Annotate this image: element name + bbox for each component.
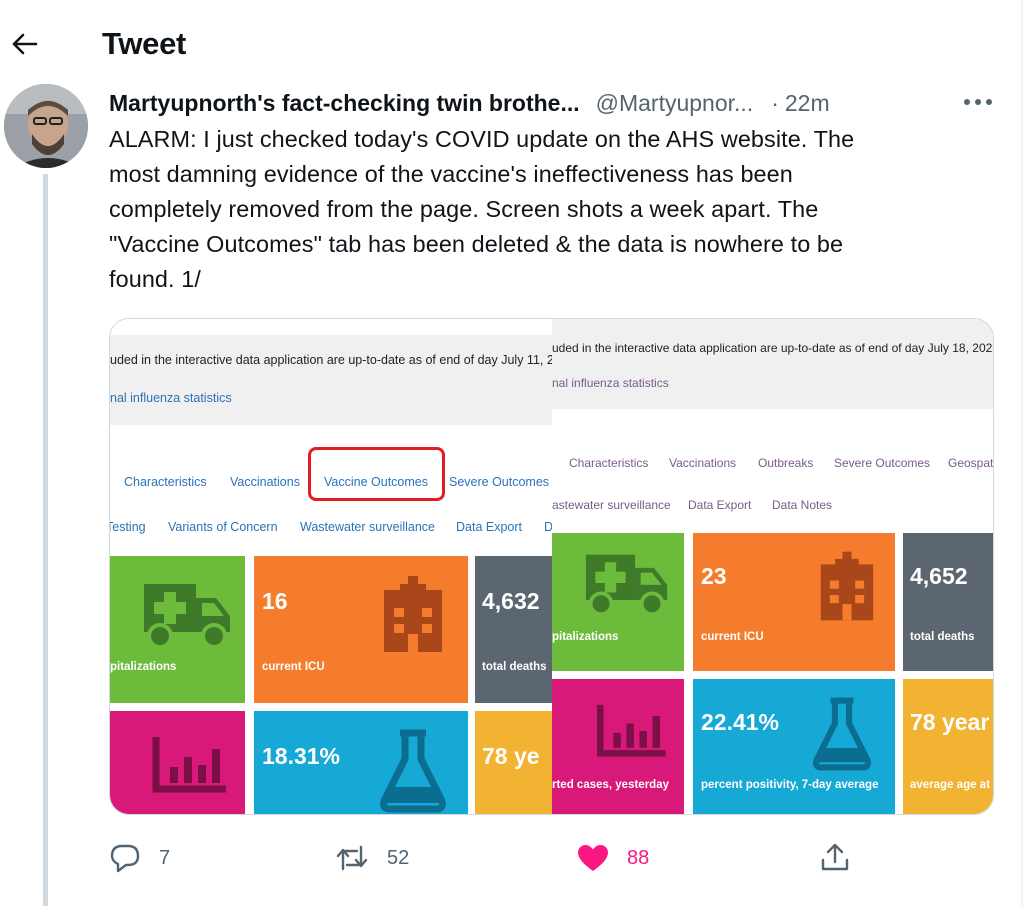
- tile-reported-cases: [110, 711, 245, 814]
- notice-band: [552, 319, 993, 409]
- tile-average-age: 78 year average age at: [903, 679, 993, 814]
- tab-data-export: Data Export: [456, 520, 523, 534]
- tweet-text-line: ALARM: I just checked today's COVID upda…: [109, 126, 855, 152]
- screenshot-july-18: uded in the interactive data application…: [552, 319, 994, 814]
- flask-icon: [813, 697, 871, 771]
- reply-icon: [110, 844, 140, 873]
- icu-value: 16: [262, 588, 288, 614]
- page-title: Tweet: [102, 26, 187, 61]
- tab-data-notes: D: [544, 520, 552, 534]
- tile-positivity: 22.41% percent positivity, 7-day average: [693, 679, 895, 814]
- tile-hospitalizations: pitalizations: [110, 556, 245, 703]
- tab-vaccinations: Vaccinations: [230, 475, 300, 489]
- icu-label: current ICU: [262, 661, 325, 673]
- heart-filled-icon: [578, 845, 608, 871]
- retweet-button[interactable]: 52: [335, 836, 409, 880]
- screenshot-july-11: uded in the interactive data application…: [110, 319, 552, 814]
- ambulance-icon: [585, 554, 668, 617]
- tile-positivity: 18.31%: [254, 711, 468, 814]
- update-notice: uded in the interactive data application…: [110, 353, 552, 367]
- share-icon: [821, 843, 849, 871]
- more-options-button[interactable]: [958, 90, 998, 114]
- deaths-label: total deaths: [910, 631, 975, 643]
- tweet-text: ALARM: I just checked today's COVID upda…: [109, 122, 989, 297]
- tab-variants: Variants of Concern: [168, 520, 278, 534]
- tab-data-export: Data Export: [688, 498, 752, 512]
- separator-dot: ·: [771, 89, 779, 116]
- tweet-text-line: found. 1/: [109, 266, 201, 292]
- deaths-value: 4,632: [482, 588, 540, 614]
- hospital-icon: [384, 576, 442, 652]
- icu-label: current ICU: [701, 631, 764, 643]
- tab-testing: Testing: [110, 520, 146, 534]
- cases-label: rted cases, yesterday: [552, 779, 669, 791]
- ambulance-icon: [144, 584, 230, 649]
- hospitalizations-label: pitalizations: [552, 631, 619, 643]
- tile-total-deaths: 4,632 total deaths: [475, 556, 552, 703]
- tab-wastewater: Wastewater surveillance: [300, 520, 436, 534]
- influenza-link: nal influenza statistics: [110, 391, 232, 405]
- tweet-header: Tweet: [0, 0, 1021, 90]
- tile-hospitalizations: pitalizations: [552, 533, 684, 671]
- author-handle[interactable]: @Martyupnor...: [596, 90, 754, 117]
- positivity-value: 18.31%: [262, 743, 341, 769]
- tab-geospatial: Geospat: [948, 456, 994, 470]
- avatar[interactable]: [4, 84, 88, 168]
- icu-value: 23: [701, 563, 727, 589]
- hospitalizations-label: pitalizations: [110, 661, 177, 673]
- more-horizontal-icon: [964, 99, 992, 105]
- like-count: 88: [627, 846, 650, 869]
- flask-icon: [380, 729, 446, 813]
- tweet-action-bar: 7 52 88: [109, 836, 989, 880]
- tweet-text-line: completely removed from the page. Screen…: [109, 196, 819, 222]
- share-button[interactable]: [819, 836, 851, 880]
- bar-chart-icon: [597, 704, 666, 757]
- tab-outbreaks: Outbreaks: [758, 456, 814, 470]
- reply-count: 7: [159, 846, 171, 869]
- retweet-count: 52: [387, 846, 410, 869]
- tweet-text-line: "Vaccine Outcomes" tab has been deleted …: [109, 231, 844, 257]
- update-notice: uded in the interactive data application…: [552, 341, 994, 355]
- tab-characteristics: Characteristics: [569, 456, 649, 470]
- like-button[interactable]: 88: [577, 836, 649, 880]
- notice-band: [110, 335, 552, 425]
- column-border: [1021, 0, 1023, 906]
- tweet-author-line: Martyupnorth's fact-checking twin brothe…: [109, 88, 830, 118]
- tweet-text-line: most damning evidence of the vaccine's i…: [109, 161, 793, 187]
- tweet-media-image[interactable]: uded in the interactive data application…: [109, 318, 994, 815]
- age-value: 78 year: [910, 709, 990, 735]
- tab-characteristics: Characteristics: [124, 475, 207, 489]
- arrow-left-icon: [12, 33, 38, 55]
- tab-data-notes: Data Notes: [772, 498, 833, 512]
- tab-severe-outcomes: Severe Outcomes: [449, 475, 550, 489]
- deaths-label: total deaths: [482, 661, 547, 673]
- positivity-label: percent positivity, 7-day average: [701, 779, 879, 791]
- age-label: average age at: [910, 779, 990, 791]
- tile-total-deaths: 4,652 total deaths: [903, 533, 993, 671]
- back-button[interactable]: [8, 28, 40, 60]
- positivity-value: 22.41%: [701, 709, 780, 735]
- tile-current-icu: 16 current ICU: [254, 556, 468, 703]
- tile-reported-cases: rted cases, yesterday: [552, 679, 684, 814]
- bar-chart-icon: [152, 737, 226, 793]
- author-name[interactable]: Martyupnorth's fact-checking twin brothe…: [109, 90, 580, 117]
- retweet-icon: [336, 845, 368, 871]
- deaths-value: 4,652: [910, 563, 968, 589]
- tile-average-age: 78 ye: [475, 711, 552, 814]
- tab-wastewater: astewater surveillance: [552, 498, 671, 512]
- vaccine-outcomes-highlight: [308, 447, 445, 501]
- tweet-timestamp[interactable]: 22m: [785, 90, 830, 117]
- influenza-link: nal influenza statistics: [552, 376, 669, 390]
- hospital-icon: [820, 551, 874, 621]
- tab-severe-outcomes: Severe Outcomes: [834, 456, 931, 470]
- avatar-photo-icon: [4, 84, 88, 168]
- reply-button[interactable]: 7: [109, 836, 170, 880]
- age-value: 78 ye: [482, 743, 540, 769]
- tile-current-icu: 23 current ICU: [693, 533, 895, 671]
- tab-vaccinations: Vaccinations: [669, 456, 737, 470]
- thread-line: [43, 174, 48, 906]
